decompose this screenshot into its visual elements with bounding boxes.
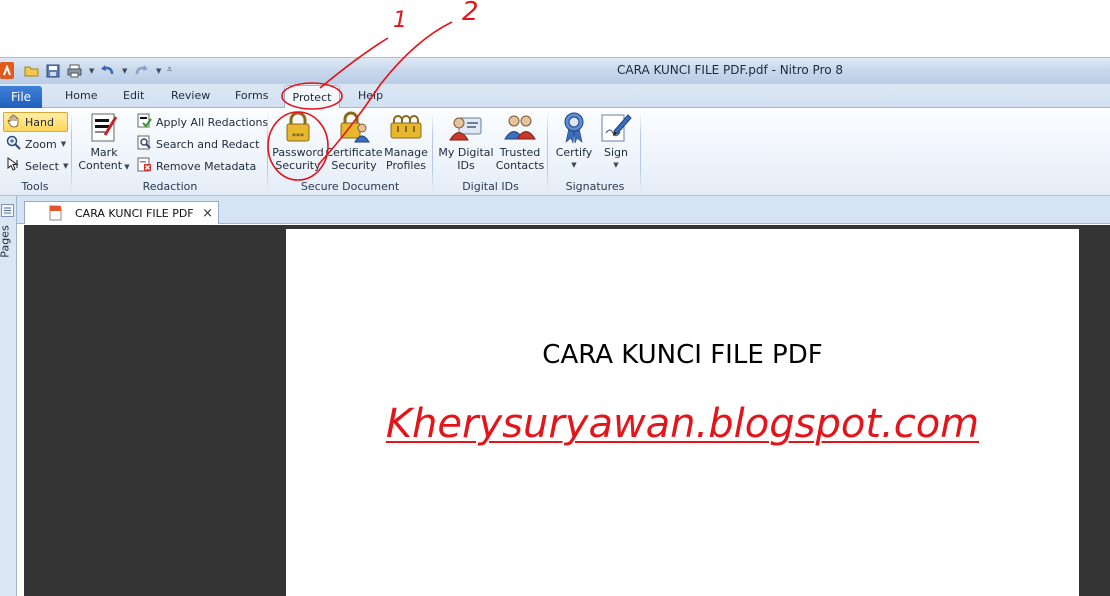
mark-content-label-2: Content — [78, 159, 123, 172]
annotation-number-2: 2 — [462, 0, 479, 27]
select-cursor-icon — [6, 157, 21, 175]
sign-pen-icon — [599, 110, 633, 144]
apply-all-redactions-label: Apply All Redactions — [156, 115, 269, 129]
padlock-icon: *** — [281, 110, 315, 144]
redo-dropdown-icon[interactable]: ▼ — [156, 67, 161, 75]
certificate-lock-icon — [337, 110, 371, 144]
pdf-file-icon — [49, 205, 62, 224]
ribbon-separator — [640, 112, 641, 192]
close-tab-icon[interactable]: × — [202, 206, 213, 221]
tab-file[interactable]: File — [0, 86, 42, 108]
remove-metadata-label: Remove Metadata — [156, 159, 257, 173]
certify-ribbon-icon — [557, 110, 591, 144]
my-digital-ids-button[interactable]: My Digital IDs — [436, 110, 496, 172]
undo-dropdown-icon[interactable]: ▼ — [122, 67, 127, 75]
pages-label: Pages — [0, 225, 12, 258]
document-tab[interactable]: CARA KUNCI FILE PDF × — [24, 201, 219, 224]
page-thumbnails-icon[interactable] — [1, 204, 14, 217]
hand-tool-button[interactable]: Hand — [3, 112, 68, 132]
mark-content-dropdown-icon[interactable]: ▼ — [122, 163, 129, 171]
mark-content-icon — [87, 110, 121, 144]
manage-profiles-icon — [389, 110, 423, 144]
select-tool-button[interactable]: Select ▼ — [3, 156, 71, 176]
customize-toolbar-icon[interactable]: ⩡ — [167, 65, 172, 75]
search-redact-icon — [137, 135, 152, 153]
certificate-security-label-2: Security — [331, 159, 377, 172]
manage-profiles-label-1: Manage — [384, 146, 428, 159]
select-label: Select — [25, 159, 59, 173]
print-icon[interactable] — [67, 63, 82, 78]
ribbon-panel: Hand Zoom ▼ Select ▼ Tools Mark Content … — [0, 108, 1110, 196]
zoom-tool-button[interactable]: Zoom ▼ — [3, 134, 69, 154]
search-and-redact-button[interactable]: Search and Redact — [134, 134, 262, 154]
tab-protect[interactable]: Protect — [284, 85, 340, 109]
group-label-digital-ids: Digital IDs — [462, 180, 519, 193]
pdf-page[interactable]: CARA KUNCI FILE PDF Kherysuryawan.blogsp… — [286, 229, 1079, 596]
open-folder-icon[interactable] — [24, 63, 39, 78]
document-tab-label: CARA KUNCI FILE PDF — [75, 206, 194, 220]
zoom-dropdown-icon[interactable]: ▼ — [61, 140, 66, 148]
title-bar: ▼ ▼ ▼ ⩡ CARA KUNCI FILE PDF.pdf - Nitro … — [0, 57, 1110, 84]
app-logo-icon[interactable] — [0, 62, 14, 79]
sign-button[interactable]: Sign ▼ — [596, 110, 636, 172]
annotation-number-1: 1 — [393, 8, 407, 33]
redo-icon[interactable] — [134, 63, 149, 78]
document-url-link[interactable]: Kherysuryawan.blogspot.com — [286, 401, 1079, 447]
group-label-tools: Tools — [21, 180, 49, 193]
save-icon[interactable] — [45, 63, 60, 78]
trusted-contacts-label-2: Contacts — [495, 159, 545, 172]
zoom-label: Zoom — [25, 137, 57, 151]
remove-metadata-button[interactable]: Remove Metadata — [134, 156, 259, 176]
sign-dropdown-icon[interactable]: ▼ — [613, 159, 618, 172]
document-title-text: CARA KUNCI FILE PDF — [542, 340, 823, 370]
tab-edit[interactable]: Edit — [123, 89, 144, 102]
pages-panel-tab[interactable]: Pages — [0, 222, 15, 262]
undo-icon[interactable] — [100, 63, 115, 78]
tab-review[interactable]: Review — [171, 89, 210, 102]
certificate-security-button[interactable]: Certificate Security — [325, 110, 383, 172]
digital-id-icon — [449, 110, 483, 144]
certify-label: Certify — [555, 146, 593, 159]
apply-all-redactions-button[interactable]: Apply All Redactions — [134, 112, 271, 132]
trusted-contacts-icon — [503, 110, 537, 144]
certify-dropdown-icon[interactable]: ▼ — [571, 159, 576, 172]
my-digital-ids-label-2: IDs — [457, 159, 475, 172]
hand-label: Hand — [25, 115, 54, 129]
manage-profiles-label-2: Profiles — [386, 159, 426, 172]
sign-label: Sign — [604, 146, 628, 159]
group-label-signatures: Signatures — [565, 180, 625, 193]
tab-forms[interactable]: Forms — [235, 89, 268, 102]
mark-content-label-1: Mark — [90, 146, 118, 159]
password-security-button[interactable]: *** Password Security — [270, 110, 326, 172]
print-dropdown-icon[interactable]: ▼ — [89, 67, 94, 75]
mark-content-button[interactable]: Mark Content ▼ — [76, 110, 132, 174]
svg-text:***: *** — [292, 132, 304, 141]
tab-help[interactable]: Help — [358, 89, 383, 102]
tab-home[interactable]: Home — [65, 89, 97, 102]
trusted-contacts-label-1: Trusted — [499, 146, 541, 159]
document-tab-strip: CARA KUNCI FILE PDF × — [0, 196, 1110, 224]
manage-profiles-button[interactable]: Manage Profiles — [380, 110, 432, 172]
certify-button[interactable]: Certify ▼ — [553, 110, 595, 172]
password-security-label-1: Password — [272, 146, 324, 159]
my-digital-ids-label-1: My Digital — [438, 146, 494, 159]
group-label-secure-document: Secure Document — [300, 180, 400, 193]
ribbon-tab-row: File Home Edit Review Forms Protect Help — [0, 84, 1110, 109]
apply-redactions-icon — [137, 113, 152, 131]
search-and-redact-label: Search and Redact — [156, 137, 260, 151]
select-dropdown-icon[interactable]: ▼ — [63, 162, 68, 170]
remove-metadata-icon — [137, 157, 152, 175]
window-title: CARA KUNCI FILE PDF.pdf - Nitro Pro 8 — [617, 63, 844, 77]
trusted-contacts-button[interactable]: Trusted Contacts — [494, 110, 546, 172]
hand-icon — [7, 114, 21, 131]
zoom-icon — [6, 135, 21, 153]
group-label-redaction: Redaction — [142, 180, 198, 193]
password-security-label-2: Security — [275, 159, 321, 172]
certificate-security-label-1: Certificate — [325, 146, 383, 159]
